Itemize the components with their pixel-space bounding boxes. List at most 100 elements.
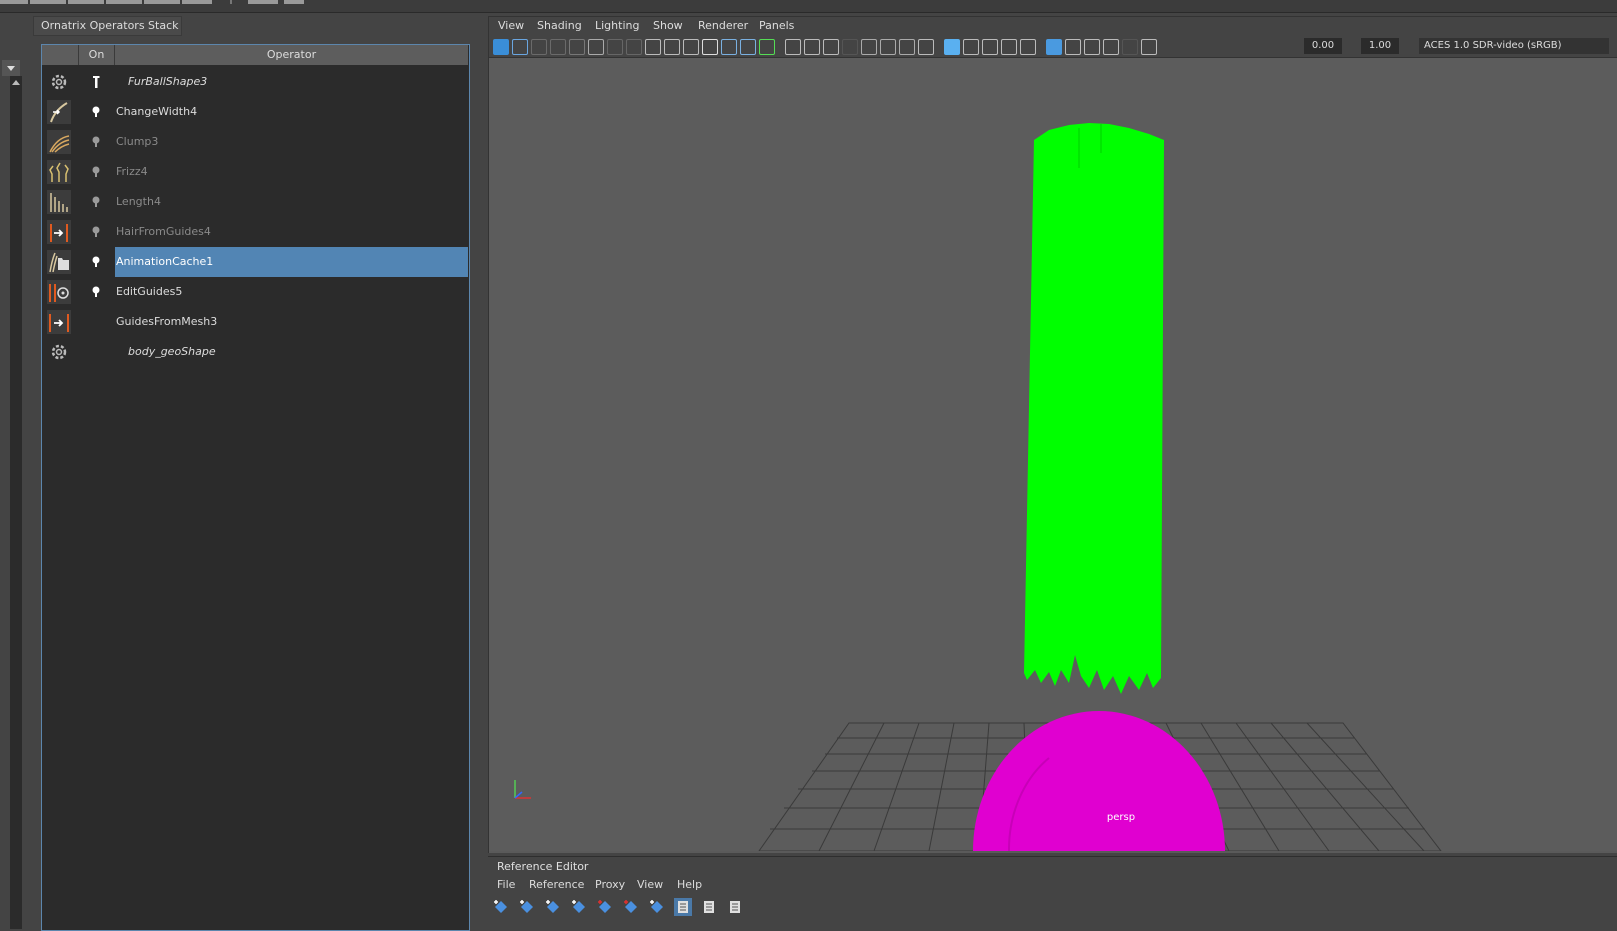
viewport-tool-button[interactable]	[759, 39, 775, 55]
gear-icon	[47, 340, 71, 364]
viewport-tool-button[interactable]	[1122, 39, 1138, 55]
viewport-tool-button[interactable]	[683, 39, 699, 55]
viewport-tool-button[interactable]	[569, 39, 585, 55]
settings-view-icon[interactable]	[726, 898, 744, 916]
viewport-tool-button[interactable]	[702, 39, 718, 55]
load-reference-icon[interactable]	[492, 898, 510, 916]
operator-row[interactable]: Frizz4	[42, 157, 468, 187]
unload-reference-icon[interactable]	[518, 898, 536, 916]
toolbar-button[interactable]	[106, 0, 142, 4]
merge-reference-icon[interactable]	[648, 898, 666, 916]
operator-label: FurBallShape3	[128, 75, 208, 88]
reload-reference-icon[interactable]	[544, 898, 562, 916]
undo-reference-icon[interactable]	[622, 898, 640, 916]
ref-menu-file[interactable]: File	[497, 876, 515, 894]
viewport-tool-button[interactable]	[1046, 39, 1062, 55]
gamma-field[interactable]: 1.00	[1361, 38, 1399, 54]
enable-toggle-icon[interactable]	[90, 135, 102, 149]
toolbar-button[interactable]	[284, 0, 304, 4]
viewport-tool-button[interactable]	[588, 39, 604, 55]
operator-row[interactable]: ChangeWidth4	[42, 97, 468, 127]
viewport-tool-button[interactable]	[842, 39, 858, 55]
enable-toggle-icon[interactable]	[90, 285, 102, 299]
left-scrollbar[interactable]	[10, 76, 22, 929]
viewport-tool-button[interactable]	[1103, 39, 1119, 55]
viewport-tool-button[interactable]	[899, 39, 915, 55]
viewport-tool-button[interactable]	[493, 39, 509, 55]
viewport-tool-button[interactable]	[626, 39, 642, 55]
hair-strands[interactable]	[1024, 123, 1164, 694]
frizz-icon	[47, 160, 71, 184]
viewport-tool-button[interactable]	[645, 39, 661, 55]
viewport-tool-button[interactable]	[1084, 39, 1100, 55]
toolbar-button[interactable]	[182, 0, 212, 4]
menu-renderer[interactable]: Renderer	[698, 17, 748, 35]
toolbar-button[interactable]	[144, 0, 180, 4]
scroll-up-arrow-icon[interactable]	[10, 76, 22, 88]
toolbar-button[interactable]	[30, 0, 66, 4]
color-space-field[interactable]: ACES 1.0 SDR-video (sRGB)	[1419, 38, 1609, 54]
viewport-tool-button[interactable]	[1001, 39, 1017, 55]
toolbar-button[interactable]	[248, 0, 278, 4]
menu-view[interactable]: View	[498, 17, 524, 35]
viewport-tool-button[interactable]	[804, 39, 820, 55]
enable-toggle-icon[interactable]	[90, 165, 102, 179]
reference-editor-title[interactable]: Reference Editor	[497, 858, 588, 876]
viewport-tool-button[interactable]	[823, 39, 839, 55]
3d-viewport[interactable]: persp	[489, 58, 1617, 851]
operator-row[interactable]: Clump3	[42, 127, 468, 157]
viewport-tool-button[interactable]	[880, 39, 896, 55]
menu-show[interactable]: Show	[653, 17, 683, 35]
ref-menu-help[interactable]: Help	[677, 876, 702, 894]
operator-row[interactable]: HairFromGuides4	[42, 217, 468, 247]
viewport-tool-button[interactable]	[918, 39, 934, 55]
viewport-tool-button[interactable]	[861, 39, 877, 55]
viewport-tool-button[interactable]	[740, 39, 756, 55]
operator-row[interactable]: AnimationCache1	[42, 247, 468, 277]
enable-toggle-icon[interactable]	[90, 195, 102, 209]
ref-menu-reference[interactable]: Reference	[529, 876, 584, 894]
ornatrix-panel-tab[interactable]: Ornatrix Operators Stack	[33, 16, 182, 36]
viewport-tool-button[interactable]	[1141, 39, 1157, 55]
viewport-tool-button[interactable]	[1020, 39, 1036, 55]
remove-reference-icon[interactable]	[596, 898, 614, 916]
menu-panels[interactable]: Panels	[759, 17, 794, 35]
viewport-toolbar: 0.00 1.00 ACES 1.0 SDR-video (sRGB)	[489, 35, 1617, 58]
menu-lighting[interactable]: Lighting	[595, 17, 639, 35]
import-reference-icon[interactable]	[570, 898, 588, 916]
menu-shading[interactable]: Shading	[537, 17, 582, 35]
viewport-tool-button[interactable]	[512, 39, 528, 55]
operator-label: HairFromGuides4	[116, 225, 211, 238]
viewport-tool-button[interactable]	[785, 39, 801, 55]
toolbar-button[interactable]	[68, 0, 104, 4]
toolbar-separator	[230, 0, 232, 4]
viewport-tool-button[interactable]	[944, 39, 960, 55]
enable-toggle-icon[interactable]	[90, 105, 102, 119]
operator-row[interactable]: FurBallShape3	[42, 67, 468, 97]
list-view-icon[interactable]	[674, 898, 692, 916]
viewport-tool-button[interactable]	[607, 39, 623, 55]
ref-menu-proxy[interactable]: Proxy	[595, 876, 625, 894]
operator-row[interactable]: GuidesFromMesh3	[42, 307, 468, 337]
exposure-field[interactable]: 0.00	[1304, 38, 1342, 54]
viewport-tool-button[interactable]	[963, 39, 979, 55]
animation-cache-icon	[47, 250, 71, 274]
operator-row[interactable]: Length4	[42, 187, 468, 217]
toolbar-button[interactable]	[0, 0, 28, 4]
pin-icon[interactable]	[90, 75, 102, 89]
viewport-tool-button[interactable]	[531, 39, 547, 55]
viewport-tool-button[interactable]	[721, 39, 737, 55]
enable-toggle-icon[interactable]	[90, 255, 102, 269]
enable-toggle-icon[interactable]	[90, 225, 102, 239]
viewport-tool-button[interactable]	[550, 39, 566, 55]
on-column-header[interactable]: On	[79, 45, 115, 65]
viewport-tool-button[interactable]	[982, 39, 998, 55]
detail-view-icon[interactable]	[700, 898, 718, 916]
ref-menu-view[interactable]: View	[637, 876, 663, 894]
dock-dropdown-button[interactable]	[2, 60, 20, 76]
operator-row[interactable]: EditGuides5	[42, 277, 468, 307]
operator-row[interactable]: body_geoShape	[42, 337, 468, 367]
viewport-tool-button[interactable]	[1065, 39, 1081, 55]
viewport-tool-button[interactable]	[664, 39, 680, 55]
operator-column-header[interactable]: Operator	[115, 45, 468, 65]
